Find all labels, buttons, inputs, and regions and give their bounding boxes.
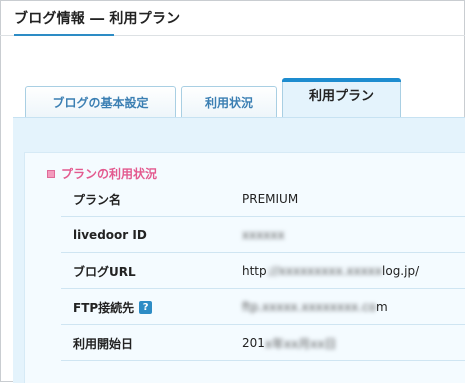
row-label: FTP接続先 ? <box>73 289 153 325</box>
row-value: ftp.xxxxx.xxxxxxxx.co m <box>242 289 388 325</box>
obscured-text: xxxxxx <box>242 228 285 242</box>
tab-label: ブログの基本設定 <box>52 96 149 110</box>
row-value-obscured: xxxxxx <box>242 217 285 253</box>
help-icon[interactable]: ? <box>139 300 153 314</box>
tab-usage-status[interactable]: 利用状況 <box>181 86 277 118</box>
date-prefix: 201 <box>242 336 265 350</box>
info-row-livedoor-id: livedoor ID xxxxxx <box>61 217 465 253</box>
info-row-ftp-host: FTP接続先 ? ftp.xxxxx.xxxxxxxx.co m <box>61 289 465 325</box>
url-prefix: http <box>242 264 267 278</box>
url-suffix: log.jp/ <box>382 264 420 278</box>
row-label: プラン名 <box>73 192 122 207</box>
info-row-blog-url: ブログURL http://xxxxxxxxx.xxxxx log.jp/ <box>61 253 465 289</box>
section-title: プランの利用状況 <box>61 167 158 181</box>
row-label-text: FTP接続先 <box>73 300 135 315</box>
obscured-text: ftp.xxxxx.xxxxxxxx.co <box>242 300 377 314</box>
tab-basic-settings[interactable]: ブログの基本設定 <box>25 86 176 118</box>
tab-label: 利用プラン <box>308 89 374 104</box>
info-row-start-date: 利用開始日 201 x年xx月xx日 <box>61 325 465 361</box>
section-heading: プランの利用状況 <box>47 165 157 182</box>
row-value: http://xxxxxxxxx.xxxxx log.jp/ <box>242 253 419 289</box>
tab-label: 利用状況 <box>204 96 253 110</box>
info-row-plan-name: プラン名 PREMIUM <box>61 181 465 217</box>
obscured-text: ://xxxxxxxxx.xxxxx <box>266 264 383 278</box>
ftp-suffix: m <box>376 300 388 314</box>
row-value: 201 x年xx月xx日 <box>242 325 336 361</box>
row-label: 利用開始日 <box>73 336 134 351</box>
row-label: ブログURL <box>73 264 136 279</box>
section-bullet-icon <box>47 169 55 178</box>
obscured-text: x年xx月xx日 <box>264 336 337 351</box>
page-title: ブログ情報 ― 利用プラン <box>14 11 181 27</box>
tab-plan[interactable]: 利用プラン <box>282 78 401 118</box>
row-value: PREMIUM <box>242 192 299 206</box>
title-accent-underline <box>14 34 114 36</box>
active-tab-indicator <box>282 78 401 82</box>
row-label: livedoor ID <box>73 228 147 242</box>
